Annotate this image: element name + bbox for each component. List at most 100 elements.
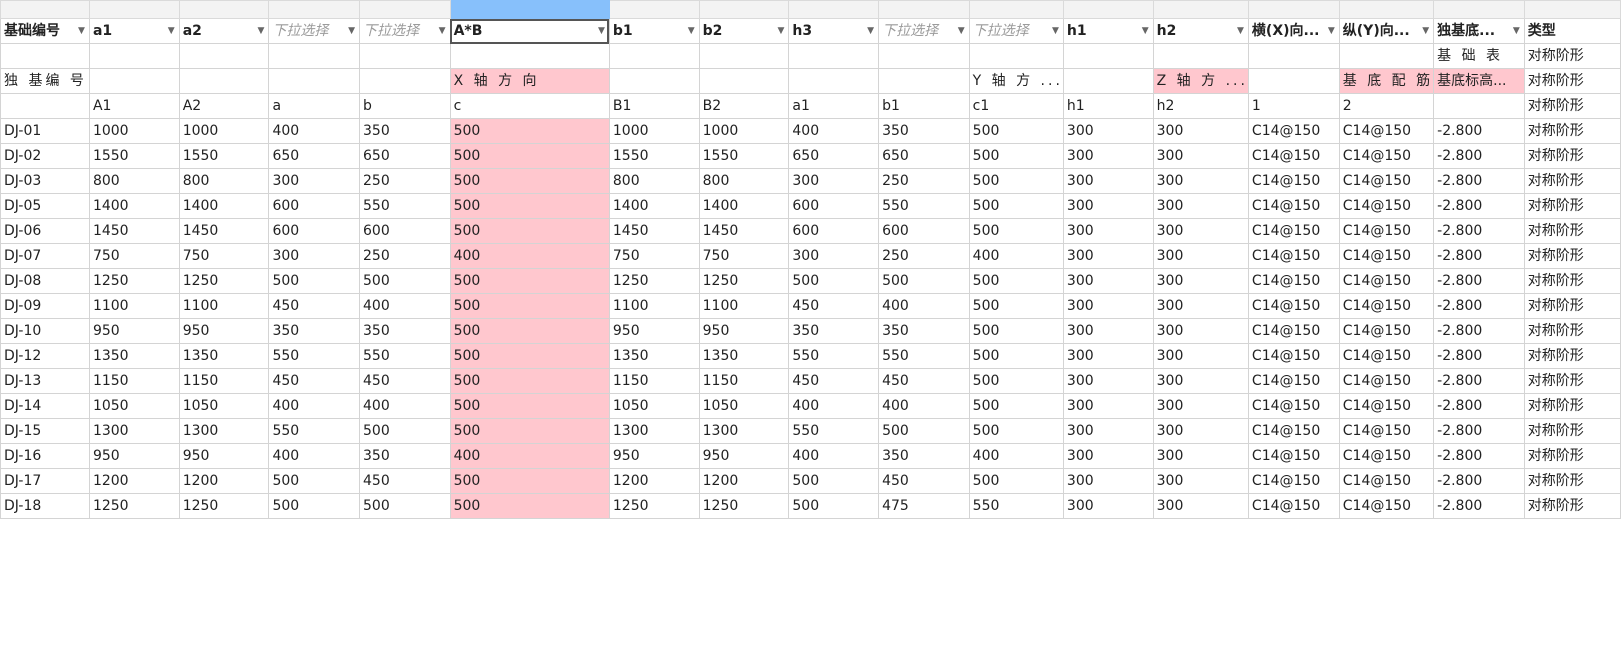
- data-cell[interactable]: 300: [1152, 343, 1249, 369]
- data-cell[interactable]: 950: [178, 318, 270, 344]
- data-cell[interactable]: -2.800: [1433, 218, 1525, 244]
- data-cell[interactable]: 450: [878, 468, 970, 494]
- label-cell[interactable]: [359, 43, 451, 69]
- data-cell[interactable]: 1200: [698, 468, 790, 494]
- data-cell[interactable]: C14@150: [1247, 393, 1340, 419]
- data-cell[interactable]: 650: [268, 143, 361, 169]
- filter-cell-9[interactable]: 下拉选择 ▼: [878, 18, 970, 44]
- data-cell[interactable]: 350: [878, 318, 970, 344]
- data-cell[interactable]: DJ-07: [0, 243, 90, 269]
- data-cell[interactable]: 450: [268, 368, 361, 394]
- column-header-13[interactable]: [1247, 0, 1340, 19]
- data-cell[interactable]: 对称阶形: [1523, 168, 1621, 194]
- data-cell[interactable]: 750: [178, 243, 270, 269]
- data-cell[interactable]: 550: [268, 343, 361, 369]
- label-cell[interactable]: [1062, 68, 1154, 94]
- data-cell[interactable]: 500: [449, 118, 610, 144]
- data-cell[interactable]: 对称阶形: [1523, 143, 1621, 169]
- data-cell[interactable]: C14@150: [1338, 443, 1435, 469]
- data-cell[interactable]: 550: [878, 193, 970, 219]
- data-cell[interactable]: 500: [968, 268, 1064, 294]
- column-header-10[interactable]: [968, 0, 1064, 19]
- data-cell[interactable]: 250: [878, 168, 970, 194]
- column-header-6[interactable]: [608, 0, 700, 19]
- data-cell[interactable]: 500: [268, 468, 361, 494]
- data-cell[interactable]: C14@150: [1338, 268, 1435, 294]
- data-cell[interactable]: 400: [268, 118, 361, 144]
- data-cell[interactable]: 450: [878, 368, 970, 394]
- data-cell[interactable]: 300: [1152, 193, 1249, 219]
- label-cell[interactable]: 对称阶形: [1523, 68, 1621, 94]
- data-cell[interactable]: 1250: [178, 268, 270, 294]
- data-cell[interactable]: 1550: [608, 143, 700, 169]
- data-cell[interactable]: 800: [178, 168, 270, 194]
- data-cell[interactable]: 对称阶形: [1523, 243, 1621, 269]
- data-cell[interactable]: 1250: [88, 268, 180, 294]
- label-cell[interactable]: a1: [788, 93, 880, 119]
- data-cell[interactable]: C14@150: [1338, 393, 1435, 419]
- label-cell[interactable]: [788, 68, 880, 94]
- data-cell[interactable]: 1150: [178, 368, 270, 394]
- dropdown-arrow-icon[interactable]: ▼: [78, 20, 85, 43]
- column-header-16[interactable]: [1523, 0, 1621, 19]
- dropdown-arrow-icon[interactable]: ▼: [168, 20, 175, 43]
- data-cell[interactable]: 500: [968, 193, 1064, 219]
- label-cell[interactable]: [698, 68, 790, 94]
- filter-cell-5[interactable]: A*B ▼: [449, 18, 610, 44]
- label-cell[interactable]: [449, 43, 610, 69]
- label-cell[interactable]: 基 础 表: [1433, 43, 1525, 69]
- data-cell[interactable]: 450: [359, 368, 451, 394]
- data-cell[interactable]: 对称阶形: [1523, 193, 1621, 219]
- dropdown-arrow-icon[interactable]: ▼: [1422, 20, 1429, 43]
- label-cell[interactable]: [88, 43, 180, 69]
- data-cell[interactable]: 550: [268, 418, 361, 444]
- label-cell[interactable]: [1062, 43, 1154, 69]
- data-cell[interactable]: 对称阶形: [1523, 393, 1621, 419]
- data-cell[interactable]: C14@150: [1338, 368, 1435, 394]
- data-cell[interactable]: 1100: [698, 293, 790, 319]
- data-cell[interactable]: DJ-09: [0, 293, 90, 319]
- data-cell[interactable]: 550: [968, 493, 1064, 519]
- data-cell[interactable]: 250: [878, 243, 970, 269]
- data-cell[interactable]: DJ-18: [0, 493, 90, 519]
- label-cell[interactable]: [968, 43, 1064, 69]
- filter-cell-8[interactable]: h3 ▼: [788, 18, 880, 44]
- data-cell[interactable]: 400: [268, 443, 361, 469]
- data-cell[interactable]: DJ-10: [0, 318, 90, 344]
- data-cell[interactable]: C14@150: [1247, 168, 1340, 194]
- data-cell[interactable]: -2.800: [1433, 193, 1525, 219]
- filter-cell-11[interactable]: h1 ▼: [1062, 18, 1154, 44]
- column-header-9[interactable]: [878, 0, 970, 19]
- data-cell[interactable]: 800: [88, 168, 180, 194]
- data-cell[interactable]: C14@150: [1338, 343, 1435, 369]
- data-cell[interactable]: 1050: [698, 393, 790, 419]
- data-cell[interactable]: 550: [878, 343, 970, 369]
- data-cell[interactable]: C14@150: [1247, 443, 1340, 469]
- data-cell[interactable]: 1100: [608, 293, 700, 319]
- data-cell[interactable]: 1400: [88, 193, 180, 219]
- data-cell[interactable]: 300: [1062, 218, 1154, 244]
- data-cell[interactable]: 300: [1152, 318, 1249, 344]
- data-cell[interactable]: 500: [359, 493, 451, 519]
- label-cell[interactable]: [788, 43, 880, 69]
- column-header-7[interactable]: [698, 0, 790, 19]
- data-cell[interactable]: -2.800: [1433, 443, 1525, 469]
- data-cell[interactable]: 500: [359, 268, 451, 294]
- data-cell[interactable]: 300: [1062, 118, 1154, 144]
- data-cell[interactable]: 350: [788, 318, 880, 344]
- data-cell[interactable]: 1400: [698, 193, 790, 219]
- data-cell[interactable]: 500: [359, 418, 451, 444]
- data-cell[interactable]: 1200: [608, 468, 700, 494]
- data-cell[interactable]: C14@150: [1247, 243, 1340, 269]
- dropdown-arrow-icon[interactable]: ▼: [688, 20, 695, 43]
- data-cell[interactable]: 350: [878, 118, 970, 144]
- data-cell[interactable]: 1150: [698, 368, 790, 394]
- data-cell[interactable]: C14@150: [1247, 293, 1340, 319]
- data-cell[interactable]: 1300: [178, 418, 270, 444]
- filter-cell-1[interactable]: a1 ▼: [88, 18, 180, 44]
- data-cell[interactable]: -2.800: [1433, 393, 1525, 419]
- filter-cell-13[interactable]: 横(X)向... ▼: [1247, 18, 1340, 44]
- data-cell[interactable]: 1300: [88, 418, 180, 444]
- label-cell[interactable]: [88, 68, 180, 94]
- data-cell[interactable]: C14@150: [1338, 318, 1435, 344]
